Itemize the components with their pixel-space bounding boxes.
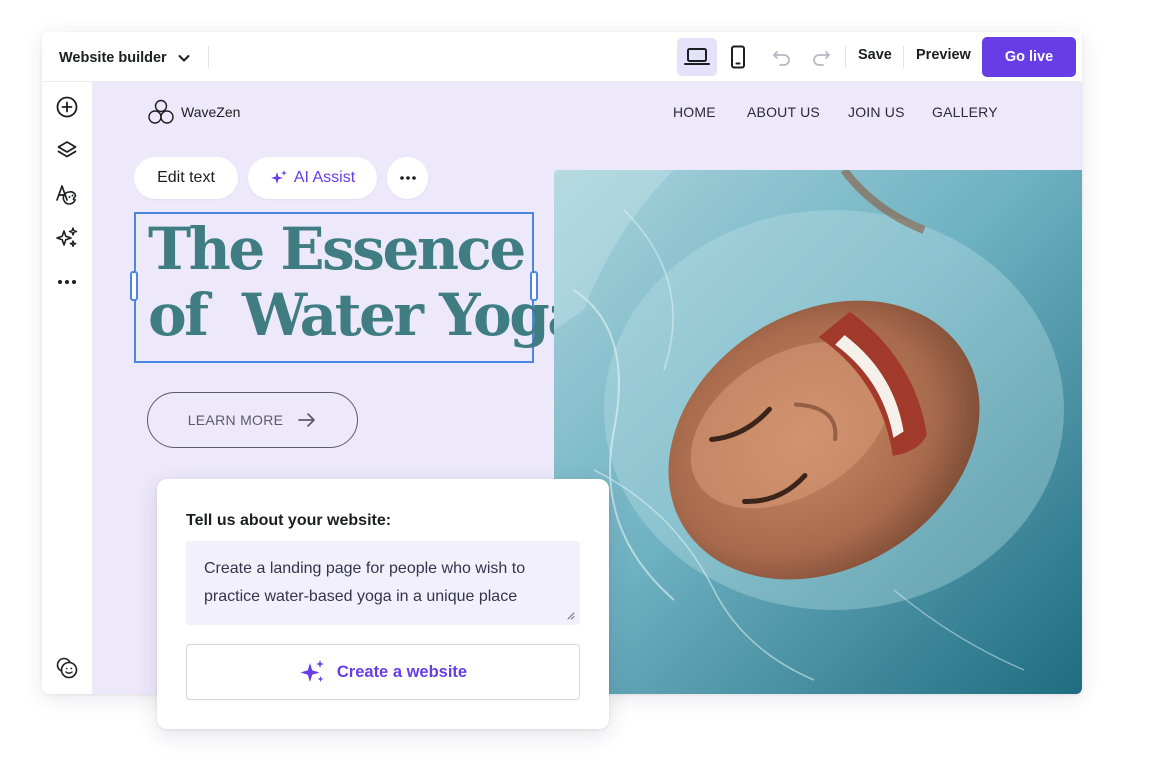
- left-sidebar: [42, 82, 93, 694]
- headline-line-1: The Essence: [148, 215, 526, 283]
- redo-button[interactable]: [809, 45, 833, 69]
- resize-handle-left[interactable]: [130, 271, 138, 301]
- laptop-icon: [684, 46, 710, 68]
- hero-headline: The Essence of Water Yoga: [148, 215, 585, 349]
- website-description-text: Create a landing page for people who wis…: [204, 560, 526, 605]
- help-chat-button[interactable]: [55, 656, 79, 680]
- sparkles-icon: [55, 226, 79, 250]
- save-button[interactable]: Save: [858, 47, 892, 63]
- headline-line-2: of Water Yoga: [148, 281, 585, 349]
- more-options-button[interactable]: [387, 157, 428, 199]
- learn-more-button[interactable]: LEARN MORE: [147, 392, 358, 448]
- redo-icon: [811, 48, 831, 66]
- divider: [845, 46, 846, 68]
- hero-image-woman-in-water[interactable]: [554, 170, 1082, 694]
- typography-palette-icon: [55, 183, 79, 205]
- ai-prompt-card: Tell us about your website: Create a lan…: [157, 479, 609, 729]
- divider: [903, 46, 904, 68]
- edit-text-label: Edit text: [157, 169, 215, 186]
- nav-gallery[interactable]: GALLERY: [932, 104, 998, 120]
- undo-icon: [772, 48, 792, 66]
- website-description-input[interactable]: Create a landing page for people who wis…: [186, 541, 580, 625]
- desktop-view-button[interactable]: [677, 38, 717, 76]
- more-tools-button[interactable]: [55, 270, 79, 294]
- layers-button[interactable]: [55, 138, 79, 162]
- prompt-label: Tell us about your website:: [186, 512, 392, 529]
- more-horizontal-icon: [399, 176, 416, 180]
- divider: [208, 46, 209, 68]
- ai-assist-label: AI Assist: [293, 169, 356, 186]
- undo-button[interactable]: [770, 45, 794, 69]
- ai-assist-button[interactable]: AI Assist: [248, 157, 377, 199]
- logo-text: WaveZen: [181, 104, 241, 120]
- website-builder-dropdown[interactable]: Website builder: [59, 46, 191, 70]
- sparkles-icon: [270, 169, 288, 187]
- nav-join-us[interactable]: JOIN US: [848, 104, 905, 120]
- styles-button[interactable]: [55, 182, 79, 206]
- smiley-chat-icon: [55, 656, 79, 680]
- plus-circle-icon: [56, 96, 78, 118]
- phone-icon: [729, 45, 747, 69]
- ai-tools-button[interactable]: [55, 226, 79, 250]
- edit-text-button[interactable]: Edit text: [134, 157, 238, 199]
- go-live-button[interactable]: Go live: [982, 37, 1076, 77]
- create-website-label: Create a website: [336, 662, 468, 681]
- preview-button[interactable]: Preview: [916, 47, 971, 63]
- mobile-view-button[interactable]: [718, 38, 758, 76]
- add-element-button[interactable]: [55, 95, 79, 119]
- more-horizontal-icon: [57, 279, 77, 285]
- nav-home[interactable]: HOME: [673, 104, 716, 120]
- learn-more-label: LEARN MORE: [187, 412, 284, 428]
- arrow-right-icon: [297, 412, 317, 428]
- create-website-button[interactable]: Create a website: [186, 644, 580, 700]
- sparkles-icon: [299, 658, 327, 686]
- three-circles-logo-icon: [147, 99, 175, 125]
- site-logo[interactable]: WaveZen: [147, 99, 240, 125]
- chevron-down-icon: [177, 51, 191, 65]
- top-toolbar: Website builder Save Preview Go live: [42, 32, 1082, 82]
- layers-icon: [56, 139, 78, 161]
- nav-about-us[interactable]: ABOUT US: [747, 104, 820, 120]
- selected-headline-block[interactable]: The Essence of Water Yoga: [130, 212, 585, 363]
- website-builder-label: Website builder: [59, 50, 167, 66]
- textarea-resize-icon[interactable]: [567, 612, 575, 620]
